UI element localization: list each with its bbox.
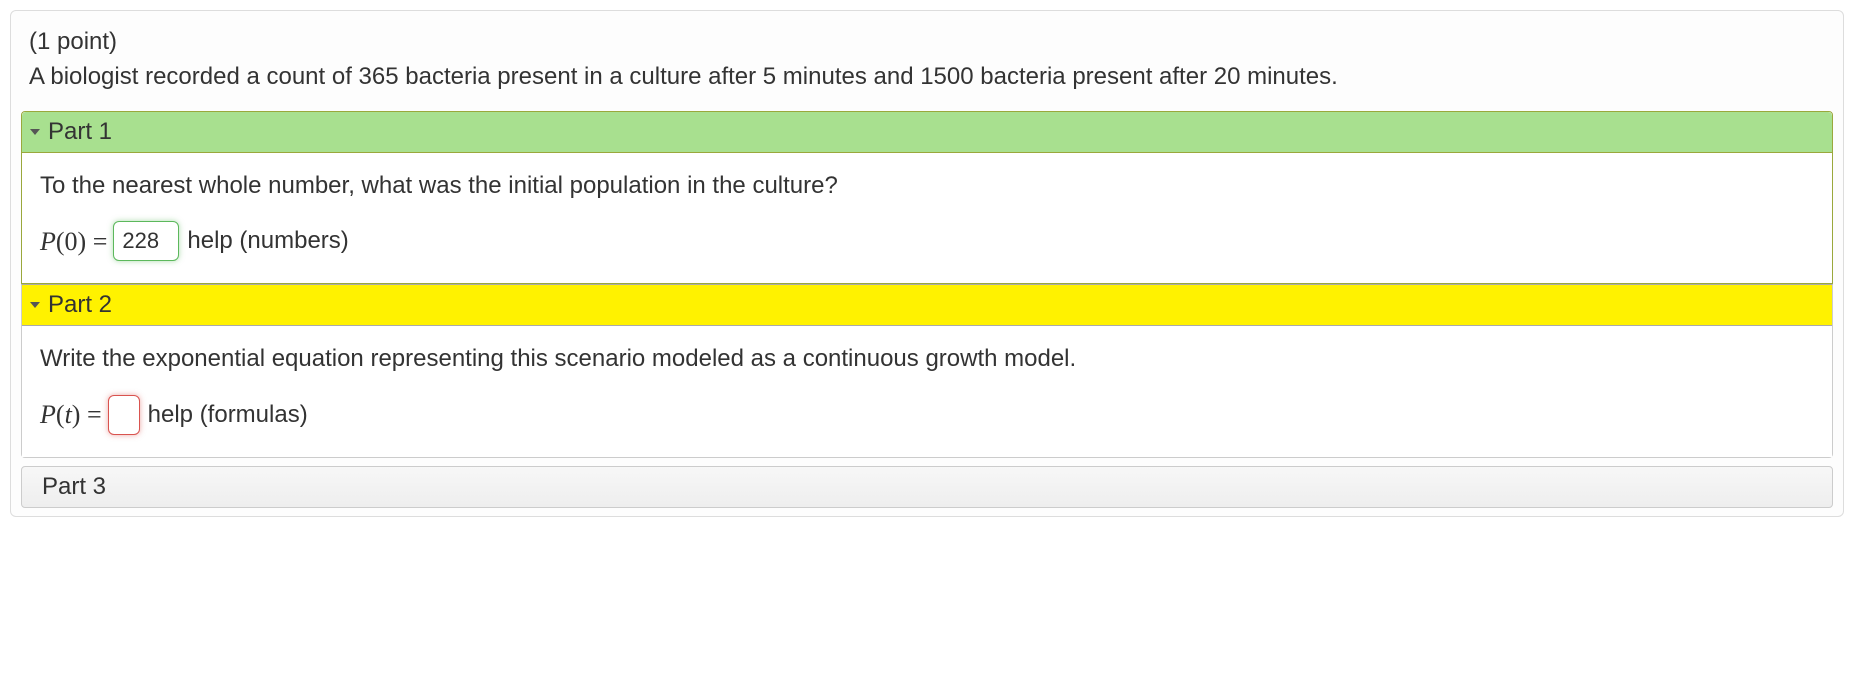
part-1-question: To the nearest whole number, what was th… xyxy=(40,169,1814,204)
part-2-lhs: P(t) = xyxy=(40,396,102,434)
part-2-body: Write the exponential equation represent… xyxy=(22,326,1832,457)
lhs-var: P xyxy=(40,227,56,256)
equals-sign: = xyxy=(80,400,101,429)
part-3-section: Part 3 xyxy=(21,466,1833,508)
part-1-help-link[interactable]: help (numbers) xyxy=(187,224,348,259)
caret-down-icon xyxy=(30,129,40,135)
part-2-section: Part 2 Write the exponential equation re… xyxy=(21,284,1833,458)
part-1-section: Part 1 To the nearest whole number, what… xyxy=(21,111,1833,285)
lhs-arg: (t) xyxy=(56,400,81,429)
lhs-var: P xyxy=(40,400,56,429)
part-3-header[interactable]: Part 3 xyxy=(22,467,1832,507)
part-2-answer-row: P(t) = help (formulas) xyxy=(40,395,1814,435)
part-1-header[interactable]: Part 1 xyxy=(22,112,1832,153)
part-2-help-link[interactable]: help (formulas) xyxy=(148,398,308,433)
part-2-question: Write the exponential equation represent… xyxy=(40,342,1814,377)
points-label: (1 point) xyxy=(29,28,117,55)
part-2-answer-input[interactable] xyxy=(108,395,140,435)
caret-down-icon xyxy=(30,302,40,308)
part-1-title: Part 1 xyxy=(48,118,112,146)
problem-container: (1 point) A biologist recorded a count o… xyxy=(10,10,1844,517)
part-1-answer-row: P(0) = help (numbers) xyxy=(40,221,1814,261)
part-3-title: Part 3 xyxy=(42,473,106,501)
problem-header: (1 point) A biologist recorded a count o… xyxy=(11,11,1843,105)
lhs-arg: (0) xyxy=(56,227,86,256)
part-1-lhs: P(0) = xyxy=(40,223,107,261)
problem-prompt: A biologist recorded a count of 365 bact… xyxy=(29,63,1338,90)
part-1-answer-input[interactable] xyxy=(113,221,179,261)
part-2-title: Part 2 xyxy=(48,291,112,319)
equals-sign: = xyxy=(86,227,107,256)
part-1-body: To the nearest whole number, what was th… xyxy=(22,153,1832,284)
part-2-header[interactable]: Part 2 xyxy=(22,285,1832,326)
